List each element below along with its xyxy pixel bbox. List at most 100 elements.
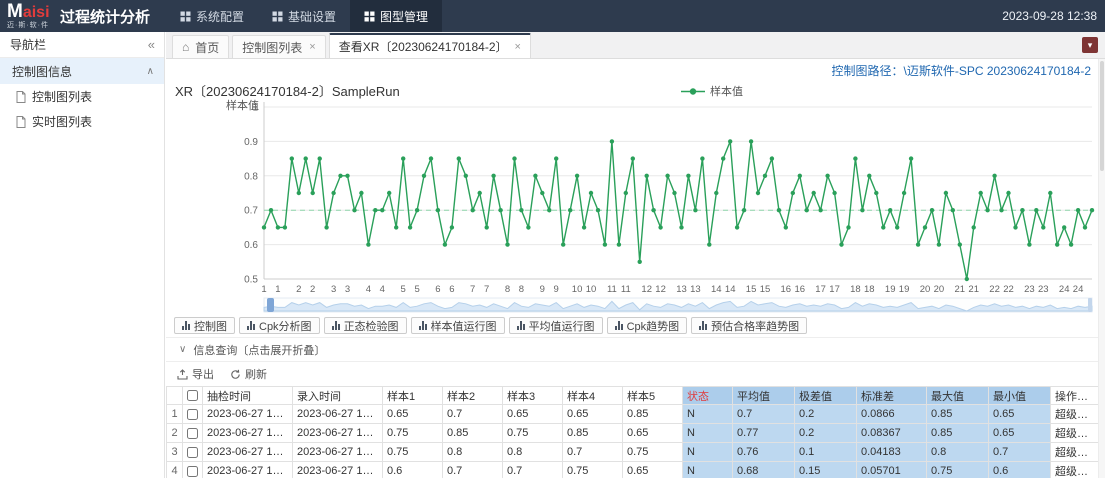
svg-text:14: 14	[711, 284, 722, 295]
svg-text:5: 5	[414, 284, 419, 295]
cell-status: N	[683, 443, 733, 462]
export-icon	[177, 369, 188, 380]
column-header[interactable]: 平均值	[733, 387, 795, 405]
column-header[interactable]: 状态	[683, 387, 733, 405]
close-icon[interactable]: ×	[309, 41, 315, 53]
row-checkbox[interactable]	[187, 466, 198, 477]
svg-text:10: 10	[572, 284, 583, 295]
chart-type-button[interactable]: 平均值运行图	[509, 317, 603, 334]
svg-text:21: 21	[968, 284, 979, 295]
svg-text:1: 1	[252, 103, 258, 114]
svg-text:15: 15	[760, 284, 771, 295]
row-checkbox[interactable]	[187, 428, 198, 439]
tab-menu-button[interactable]: ▾	[1082, 37, 1098, 53]
tab-label: 控制图列表	[242, 39, 302, 56]
data-zoom-slider[interactable]	[166, 297, 1098, 314]
tab[interactable]: ⌂首页	[172, 35, 229, 58]
row-checkbox[interactable]	[187, 447, 198, 458]
tab[interactable]: 控制图列表 ×	[232, 35, 325, 58]
sidebar-item[interactable]: 控制图列表	[0, 84, 164, 109]
select-all-checkbox[interactable]	[187, 390, 198, 401]
cell-range: 0.15	[795, 462, 857, 478]
refresh-label: 刷新	[245, 366, 267, 382]
sample-data-table: 抽检时间录入时间样本1样本2样本3样本4样本5状态平均值极差值标准差最大值最小值…	[166, 386, 1099, 478]
cell-s2: 0.8	[443, 443, 503, 462]
sidebar: 导航栏 « 控制图信息 ∧ 控制图列表实时图列表	[0, 32, 165, 478]
chart-type-button[interactable]: Cpk分析图	[239, 317, 320, 334]
tab-menu-icon: ▾	[1088, 40, 1093, 51]
top-menu-item[interactable]: 图型管理	[350, 0, 442, 32]
chart-type-button[interactable]: 样本值运行图	[411, 317, 505, 334]
svg-text:4: 4	[380, 284, 385, 295]
column-header[interactable]: 样本4	[563, 387, 623, 405]
chart-type-button[interactable]: 正态检验图	[324, 317, 407, 334]
cell-std: 0.0866	[857, 405, 927, 424]
column-header[interactable]: 样本1	[383, 387, 443, 405]
chart-type-button[interactable]: Cpk趋势图	[607, 317, 688, 334]
svg-text:0.5: 0.5	[244, 275, 258, 286]
chart-legend[interactable]: 样本值	[681, 83, 743, 99]
svg-text:5: 5	[401, 284, 406, 295]
zoom-left-handle	[267, 298, 274, 312]
chart-type-button-label: 控制图	[194, 318, 227, 334]
svg-text:13: 13	[676, 284, 687, 295]
cell-t1: 2023-06-27 17:05	[203, 443, 293, 462]
row-number: 2	[167, 424, 183, 443]
chart-type-button[interactable]: 预估合格率趋势图	[691, 317, 807, 334]
refresh-button[interactable]: 刷新	[230, 366, 267, 382]
chart-title: XR〔20230624170184-2〕SampleRun	[175, 81, 400, 100]
sidebar-item-label: 控制图列表	[32, 88, 92, 105]
column-header[interactable]: 极差值	[795, 387, 857, 405]
svg-text:6: 6	[449, 284, 454, 295]
column-header[interactable]: 最大值	[927, 387, 989, 405]
column-header[interactable]: 抽检时间	[203, 387, 293, 405]
svg-text:0.8: 0.8	[244, 171, 258, 182]
top-menu-item[interactable]: 基础设置	[258, 0, 350, 32]
cell-t2: 2023-06-27 17:05	[293, 443, 383, 462]
cell-avg: 0.76	[733, 443, 795, 462]
chart-type-button[interactable]: 控制图	[174, 317, 235, 334]
svg-text:1: 1	[275, 284, 280, 295]
column-header[interactable]: 操作人员	[1051, 387, 1099, 405]
sidebar-group-control-chart-info[interactable]: 控制图信息 ∧	[0, 58, 164, 84]
sample-run-chart[interactable]: 10.90.80.70.60.5112233445566778899101011…	[166, 99, 1098, 297]
info-section-label: 信息查询〔点击展开折叠〕	[193, 342, 325, 358]
cell-min: 0.65	[989, 424, 1051, 443]
cell-avg: 0.68	[733, 462, 795, 478]
cell-op: 超级管理员	[1051, 405, 1099, 424]
top-menu-item[interactable]: 系统配置	[166, 0, 258, 32]
svg-text:17: 17	[815, 284, 826, 295]
chart-type-button-label: 正态检验图	[344, 318, 399, 334]
breadcrumb[interactable]: 控制图路径：\迈斯软件-SPC 20230624170184-2	[166, 59, 1105, 81]
sidebar-item[interactable]: 实时图列表	[0, 109, 164, 134]
row-checkbox[interactable]	[187, 409, 198, 420]
cell-s3: 0.8	[503, 443, 563, 462]
logo-subtitle: 迈·斯·软·件	[7, 22, 60, 29]
column-header[interactable]: 最小值	[989, 387, 1051, 405]
sidebar-collapse-icon[interactable]: «	[148, 37, 155, 52]
chart-type-button-label: 预估合格率趋势图	[711, 318, 799, 334]
cell-s4: 0.7	[563, 443, 623, 462]
control-chart-path[interactable]: 控制图路径：\迈斯软件-SPC 20230624170184-2	[832, 62, 1091, 79]
sidebar-title: 导航栏	[10, 36, 46, 53]
scrollbar-thumb[interactable]	[1100, 61, 1104, 171]
vertical-scrollbar[interactable]	[1098, 59, 1105, 478]
info-section-header[interactable]: ∨ 信息查询〔点击展开折叠〕	[166, 338, 1105, 362]
svg-text:0.9: 0.9	[244, 137, 258, 148]
cell-s4: 0.75	[563, 462, 623, 478]
cell-avg: 0.77	[733, 424, 795, 443]
cell-avg: 0.7	[733, 405, 795, 424]
cell-t2: 2023-06-27 16:07	[293, 405, 383, 424]
column-header[interactable]: 样本5	[623, 387, 683, 405]
column-header[interactable]: 标准差	[857, 387, 927, 405]
tab[interactable]: 查看XR〔20230624170184-2〕×	[329, 33, 531, 58]
chevron-up-icon: ∧	[147, 66, 154, 77]
column-header[interactable]: 样本3	[503, 387, 563, 405]
export-button[interactable]: 导出	[177, 366, 214, 382]
row-number: 3	[167, 443, 183, 462]
cell-status: N	[683, 424, 733, 443]
column-header[interactable]: 样本2	[443, 387, 503, 405]
column-header[interactable]: 录入时间	[293, 387, 383, 405]
close-icon[interactable]: ×	[515, 41, 521, 53]
cell-s3: 0.65	[503, 405, 563, 424]
